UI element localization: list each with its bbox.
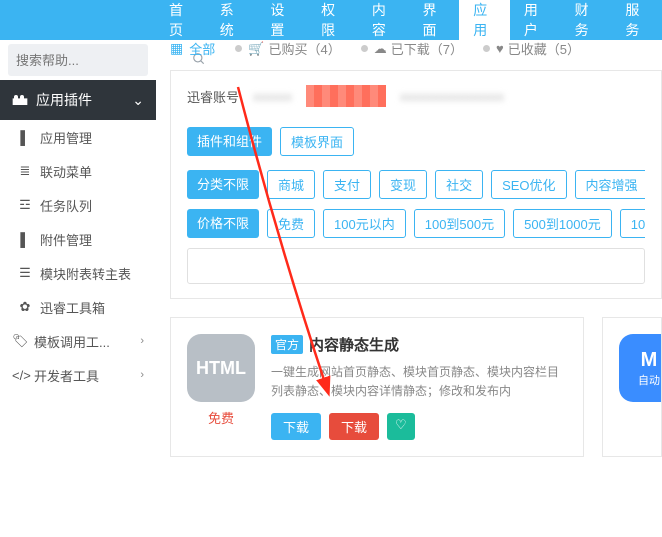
chevron-down-icon: ⌄ xyxy=(132,92,144,109)
plugin-search-box[interactable] xyxy=(187,248,645,284)
plugin-title: 内容静态生成 xyxy=(309,334,399,355)
plugin-desc: 一键生成网站首页静态、模块首页静态、模块内容栏目列表静态、模块内容详情静态；修改… xyxy=(271,363,567,401)
cart-icon: 🛒 xyxy=(248,41,264,57)
heart-icon: ♥ xyxy=(496,41,504,56)
puzzle-icon xyxy=(12,91,28,110)
plugin-card-row: HTML 免费 官方 内容静态生成 一键生成网站首页静态、模块首页静态、模块内容… xyxy=(170,317,662,457)
cat-filter-all[interactable]: 分类不限 xyxy=(187,170,259,199)
cat-filter[interactable]: SEO优化 xyxy=(491,170,566,199)
sidebar-item-label: 任务队列 xyxy=(40,196,92,215)
sidebar-header-plugins[interactable]: 应用插件 ⌄ xyxy=(0,80,156,120)
filter-purchased[interactable]: 🛒已购买（4） xyxy=(235,39,340,58)
cloud-download-icon: ☁ xyxy=(374,41,387,57)
filter-count: （5） xyxy=(547,39,580,58)
sidebar-item-tasks[interactable]: ☲ 任务队列 xyxy=(0,188,156,222)
price-filters: 价格不限 免费 100元以内 100到500元 500到1000元 1000到2… xyxy=(187,209,645,238)
sidebar-item-toolbox[interactable]: ✿ 迅睿工具箱 xyxy=(0,290,156,324)
sidebar-item-label: 迅睿工具箱 xyxy=(40,298,105,317)
plugin-thumb-wrap: HTML 免费 xyxy=(187,334,255,427)
plugin-card[interactable]: HTML 免费 官方 内容静态生成 一键生成网站首页静态、模块首页静态、模块内容… xyxy=(170,317,584,457)
chevron-right-icon: › xyxy=(140,335,144,347)
plugin-thumb: HTML xyxy=(187,334,255,402)
plugin-card[interactable]: M 自动 xyxy=(602,317,662,457)
account-extra-blur: xxxxxxxxxxxxxxxx xyxy=(400,89,504,104)
favorite-button[interactable]: ♡ xyxy=(387,413,415,440)
thumb-letter: M xyxy=(641,349,658,372)
database-icon: ☰ xyxy=(18,265,32,281)
sidebar-item-label: 开发者工具 xyxy=(34,366,99,385)
sidebar-item-table-convert[interactable]: ☰ 模块附表转主表 xyxy=(0,256,156,290)
cat-filter[interactable]: 商城 xyxy=(267,170,315,199)
dot-icon xyxy=(235,45,242,52)
filter-downloaded[interactable]: ☁已下载（7） xyxy=(361,39,463,58)
thumb-sub: 自动 xyxy=(638,372,660,388)
sidebar-header-label: 应用插件 xyxy=(36,90,92,110)
main-area: ▦ 全部 🛒已购买（4） ☁已下载（7） ♥ 已收藏（5） 迅睿账号 xxxxxx … xyxy=(170,33,662,457)
sidebar-item-label: 模块附表转主表 xyxy=(40,264,131,283)
account-badge xyxy=(306,85,386,107)
tasks-icon: ☲ xyxy=(18,197,32,213)
heart-icon: ♡ xyxy=(395,417,407,432)
price-filter[interactable]: 500到1000元 xyxy=(513,209,612,238)
dot-icon xyxy=(361,45,368,52)
price-filter[interactable]: 1000到2000 xyxy=(620,209,645,238)
category-filters: 分类不限 商城 支付 变现 社交 SEO优化 内容增强 系统工具 采 xyxy=(187,170,645,199)
filter-label: 全部 xyxy=(189,39,215,58)
sidebar: 应用插件 ⌄ ▌应用管理 ≣联动菜单 ☲任务队列 ▌附件管理 ☰模块附表转主表 … xyxy=(0,80,156,392)
plugin-card-body: 官方 内容静态生成 一键生成网站首页静态、模块首页静态、模块内容栏目列表静态、模… xyxy=(271,334,567,440)
plugin-thumb: M 自动 xyxy=(619,334,662,402)
sidebar-group-dev[interactable]: </> 开发者工具 › xyxy=(0,358,156,392)
official-badge: 官方 xyxy=(271,335,303,354)
filter-label: 已购买 xyxy=(268,39,307,58)
filter-count: （4） xyxy=(307,39,340,58)
cat-filter[interactable]: 内容增强 xyxy=(575,170,645,199)
sidebar-item-app-manage[interactable]: ▌ 应用管理 xyxy=(0,120,156,154)
type-tab-template[interactable]: 模板界面 xyxy=(280,127,354,156)
grid-icon: ▦ xyxy=(170,40,183,57)
account-label: 迅睿账号 xyxy=(187,87,239,106)
filter-all[interactable]: ▦ 全部 xyxy=(170,39,215,58)
price-filter-all[interactable]: 价格不限 xyxy=(187,209,259,238)
folder-icon: ▌ xyxy=(18,130,32,145)
sidebar-group-template[interactable]: 🏷 模板调用工... › xyxy=(0,324,156,358)
sidebar-item-attachments[interactable]: ▌ 附件管理 xyxy=(0,222,156,256)
plugin-actions: 下载 下载 ♡ xyxy=(271,413,567,440)
price-free-label: 免费 xyxy=(187,408,255,427)
code-icon: </> xyxy=(12,368,26,383)
type-tabs: 插件和组件 模板界面 xyxy=(187,127,645,156)
account-row: 迅睿账号 xxxxxx xxxxxxxxxxxxxxxx xyxy=(187,85,645,107)
sidebar-item-label: 模板调用工... xyxy=(34,332,110,351)
folder-icon: ▌ xyxy=(18,232,32,247)
price-filter[interactable]: 免费 xyxy=(267,209,315,238)
price-filter[interactable]: 100到500元 xyxy=(414,209,505,238)
sidebar-item-linkage[interactable]: ≣ 联动菜单 xyxy=(0,154,156,188)
cat-filter[interactable]: 支付 xyxy=(323,170,371,199)
filter-label: 已下载 xyxy=(391,39,430,58)
dot-icon xyxy=(483,45,490,52)
list-icon: ≣ xyxy=(18,163,32,179)
plugin-title-row: 官方 内容静态生成 xyxy=(271,334,567,355)
sidebar-item-label: 应用管理 xyxy=(40,128,92,147)
help-search[interactable] xyxy=(8,44,148,76)
filter-panel: 迅睿账号 xxxxxx xxxxxxxxxxxxxxxx 插件和组件 模板界面 … xyxy=(170,70,662,299)
download-button-alt[interactable]: 下载 xyxy=(329,413,379,440)
sidebar-item-label: 联动菜单 xyxy=(40,162,92,181)
filter-favorited[interactable]: ♥ 已收藏（5） xyxy=(483,39,580,58)
type-tab-plugin[interactable]: 插件和组件 xyxy=(187,127,272,156)
help-search-input[interactable] xyxy=(16,53,192,68)
gear-icon: ✿ xyxy=(18,299,32,315)
chevron-right-icon: › xyxy=(140,369,144,381)
filter-label: 已收藏 xyxy=(508,39,547,58)
status-filter-bar: ▦ 全部 🛒已购买（4） ☁已下载（7） ♥ 已收藏（5） xyxy=(170,33,662,70)
download-button[interactable]: 下载 xyxy=(271,413,321,440)
sidebar-item-label: 附件管理 xyxy=(40,230,92,249)
account-name-blur: xxxxxx xyxy=(253,89,292,104)
filter-count: （7） xyxy=(430,39,463,58)
cat-filter[interactable]: 变现 xyxy=(379,170,427,199)
price-filter[interactable]: 100元以内 xyxy=(323,209,406,238)
cat-filter[interactable]: 社交 xyxy=(435,170,483,199)
tag-icon: 🏷 xyxy=(12,333,26,349)
